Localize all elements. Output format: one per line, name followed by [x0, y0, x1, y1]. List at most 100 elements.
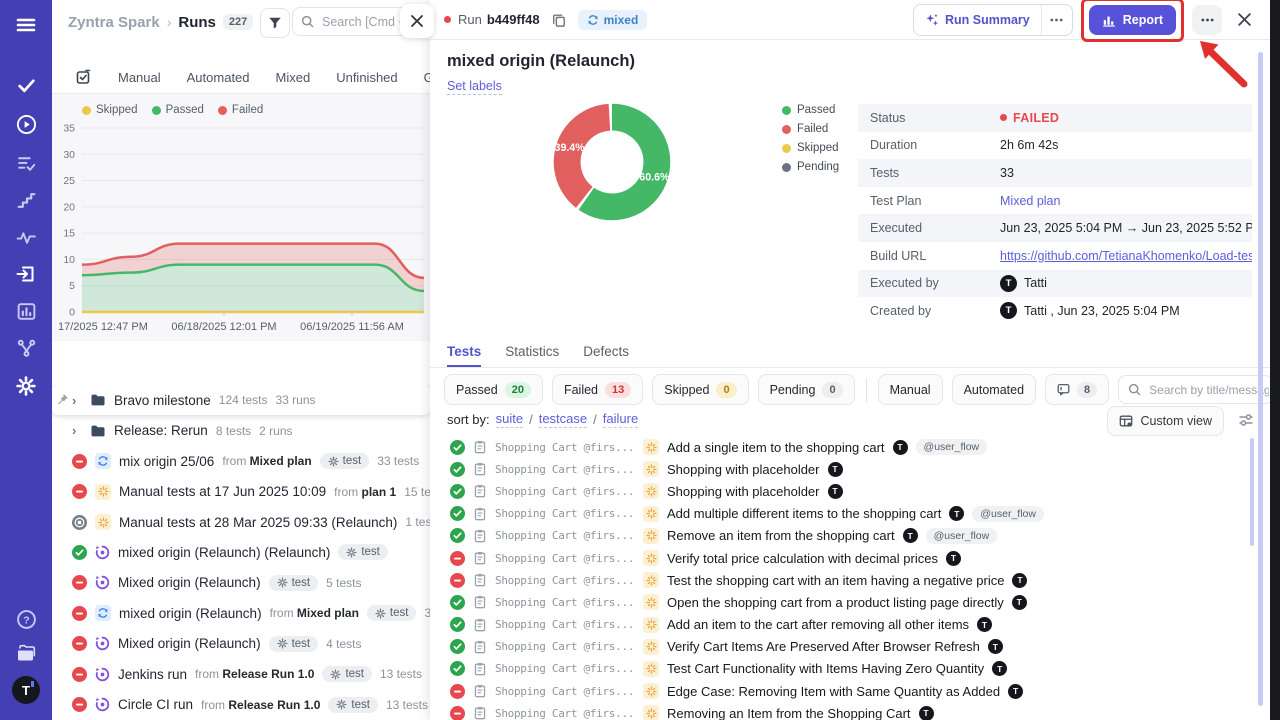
result-filter-chip[interactable]: Failed 13 [552, 374, 643, 405]
result-filter-chip[interactable]: Skipped 0 [652, 374, 748, 405]
set-labels-link[interactable]: Set labels [447, 79, 502, 95]
run-details-table: Status FAILED Duration 2h 6m 42s [858, 104, 1252, 325]
type-filters: Manual Automated [878, 374, 1036, 405]
help-icon[interactable]: ? [9, 602, 43, 636]
tab-mixed[interactable]: Mixed [276, 70, 311, 85]
type-filter-chip[interactable]: Manual [878, 374, 943, 405]
test-row[interactable]: Shopping Cart @firs... Add multiple diff… [430, 503, 1252, 525]
run-title: mixed origin (Relaunch) (Relaunch) [118, 545, 330, 560]
detail-tab[interactable]: Defects [583, 337, 629, 367]
run-title: Mixed origin (Relaunch) [118, 575, 261, 590]
tab-unfinished[interactable]: Unfinished [336, 70, 397, 85]
assignee-avatar: T [893, 440, 908, 455]
integrations-nav-icon[interactable] [9, 331, 43, 365]
test-row[interactable]: Shopping Cart @firs... Removing an Item … [430, 702, 1252, 720]
test-row[interactable]: Shopping Cart @firs... Verify Cart Items… [430, 636, 1252, 658]
automated-test-icon [643, 483, 659, 499]
sort-by-testcase-link[interactable]: testcase [539, 411, 587, 428]
select-all-icon[interactable] [76, 69, 92, 85]
test-row[interactable]: Shopping Cart @firs... Remove an item fr… [430, 525, 1252, 547]
detail-label: Build URL [870, 249, 1000, 263]
close-detail-button[interactable] [1230, 6, 1258, 34]
plan-name[interactable]: Mixed plan [250, 454, 312, 468]
checkmark-nav-icon[interactable] [9, 68, 43, 102]
test-row[interactable]: Shopping Cart @firs... Test Cart Functio… [430, 658, 1252, 680]
automation-run-icon [95, 575, 110, 590]
sort-by-failure-link[interactable]: failure [603, 411, 638, 428]
run-tests-count: 13 tests [380, 667, 422, 681]
test-env-badge: test [367, 605, 417, 621]
expand-chevron-icon[interactable]: › [72, 393, 82, 408]
plan-name[interactable]: plan 1 [362, 485, 397, 499]
breadcrumb-page[interactable]: Runs [178, 14, 216, 31]
menu-icon[interactable] [9, 8, 43, 42]
test-row[interactable]: Shopping Cart @firs... Open the shopping… [430, 591, 1252, 613]
user-avatar[interactable]: T [12, 676, 40, 704]
test-plan-link[interactable]: Mixed plan [1000, 194, 1060, 208]
more-actions-button[interactable] [1192, 5, 1222, 35]
runs-nav-icon[interactable] [9, 257, 43, 291]
run-list-item[interactable]: mixed origin (Relaunch) (Relaunch) test [52, 537, 430, 567]
test-list-nav-icon[interactable] [9, 146, 43, 180]
clipboard-icon [473, 684, 487, 698]
activity-nav-icon[interactable] [9, 220, 43, 254]
test-row[interactable]: Shopping Cart @firs... Add a single item… [430, 436, 1252, 458]
expand-chevron-icon[interactable]: › [72, 423, 82, 438]
milestones-nav-icon[interactable] [9, 183, 43, 217]
run-list-item[interactable]: Mixed origin (Relaunch) test 5 tests [52, 568, 430, 598]
automation-run-icon [95, 697, 110, 712]
run-list-item[interactable]: Manual tests at 28 Mar 2025 09:33 (Relau… [52, 507, 430, 537]
play-circle-nav-icon[interactable] [9, 107, 43, 141]
plan-name[interactable]: Release Run 1.0 [228, 698, 320, 712]
test-row[interactable]: Shopping Cart @firs... Shopping with pla… [430, 458, 1252, 480]
result-filter-chip[interactable]: Pending 0 [758, 374, 855, 405]
plan-name[interactable]: Mixed plan [297, 606, 359, 620]
filter-button[interactable] [260, 8, 290, 38]
projects-folder-icon[interactable] [9, 636, 43, 670]
build-url-link[interactable]: https://github.com/TetianaKhomenko/Load-… [1000, 249, 1252, 263]
detail-tab[interactable]: Tests [447, 337, 481, 367]
report-button[interactable]: Report [1089, 5, 1176, 35]
legend-dot [782, 163, 791, 172]
breadcrumb-project[interactable]: Zyntra Spark [68, 14, 160, 31]
detail-value: 33 [1000, 166, 1014, 180]
tab-automated[interactable]: Automated [187, 70, 250, 85]
test-row[interactable]: Shopping Cart @firs... Test the shopping… [430, 569, 1252, 591]
test-row[interactable]: Shopping Cart @firs... Edge Case: Removi… [430, 680, 1252, 702]
run-list-item[interactable]: Mixed origin (Relaunch) test 4 tests [52, 629, 430, 659]
result-filter-chip[interactable]: Passed 20 [444, 374, 543, 405]
run-list-item[interactable]: Manual tests at 17 Jun 2025 10:09 from p… [52, 476, 430, 506]
test-row[interactable]: Shopping Cart @firs... Shopping with pla… [430, 480, 1252, 502]
divider [866, 378, 867, 402]
panel-close-button[interactable] [400, 4, 434, 38]
view-settings-sliders-icon[interactable] [1238, 412, 1254, 428]
custom-view-button[interactable]: Custom view [1107, 406, 1224, 436]
detail-tab[interactable]: Statistics [505, 337, 559, 367]
tests-list-scrollbar[interactable] [1250, 438, 1254, 546]
run-list-item[interactable]: mix origin 25/06 from Mixed plan test 33… [52, 446, 430, 476]
comments-filter-chip[interactable]: 8 [1045, 374, 1109, 405]
plan-name[interactable]: Release Run 1.0 [222, 667, 314, 681]
run-status-dot [444, 16, 451, 23]
run-type-badge[interactable]: mixed [578, 10, 648, 30]
table-view-icon [1119, 414, 1133, 428]
run-list-item[interactable]: Circle CI run from Release Run 1.0 test … [52, 690, 430, 720]
type-filter-chip[interactable]: Automated [952, 374, 1036, 405]
sort-row: sort by: suite / testcase / failure [447, 411, 638, 428]
detail-panel-scrollbar[interactable] [1258, 52, 1263, 706]
tests-search[interactable] [1118, 375, 1273, 404]
run-list-item[interactable]: mixed origin (Relaunch) from Mixed plan … [52, 598, 430, 628]
copy-icon[interactable] [552, 13, 566, 27]
test-row[interactable]: Shopping Cart @firs... Verify total pric… [430, 547, 1252, 569]
run-list-item[interactable]: Jenkins run from Release Run 1.0 test 13… [52, 659, 430, 689]
run-summary-more-button[interactable] [1041, 5, 1072, 35]
test-row[interactable]: Shopping Cart @firs... Add an item to th… [430, 614, 1252, 636]
settings-gear-icon[interactable] [9, 369, 43, 403]
tests-search-input[interactable] [1147, 382, 1271, 398]
tab-manual[interactable]: Manual [118, 70, 161, 85]
run-summary-button[interactable]: Run Summary [914, 13, 1041, 27]
sort-by-suite-link[interactable]: suite [496, 411, 523, 428]
reports-nav-icon[interactable] [9, 294, 43, 328]
run-list-item[interactable]: › Release: Rerun 8 tests 2 runs [52, 415, 430, 445]
run-list-item[interactable]: › Bravo milestone 124 tests 33 runs [52, 385, 430, 415]
